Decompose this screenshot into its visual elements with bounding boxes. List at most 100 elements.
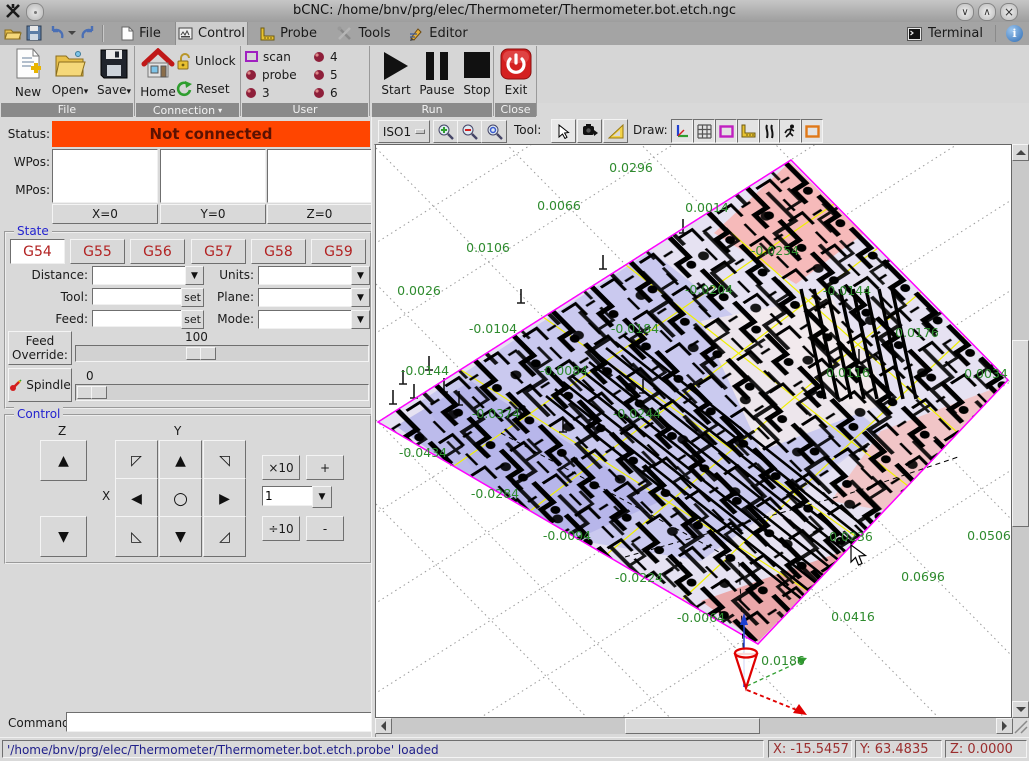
terminal-button[interactable]: Terminal	[903, 22, 987, 45]
save-button[interactable]: Save▾	[93, 48, 135, 102]
tool-set-button[interactable]: set	[181, 288, 204, 307]
user-6-button[interactable]: 6	[313, 84, 363, 101]
plane-combobox[interactable]	[258, 288, 352, 307]
minimize-button[interactable]: ∨	[956, 3, 974, 21]
info-icon[interactable]: i	[1006, 25, 1023, 42]
vscroll-thumb[interactable]	[1012, 340, 1029, 527]
tool-ruler-button[interactable]	[603, 119, 628, 143]
command-input[interactable]	[66, 712, 372, 732]
zero-y-button[interactable]: Y=0	[160, 204, 266, 224]
jog-xy-upright-button[interactable]: ◹	[203, 440, 246, 481]
step-minus-button[interactable]: -	[306, 516, 344, 541]
mode-combo-arrow-icon[interactable]: ▼	[351, 310, 370, 329]
gcode-canvas[interactable]: 0.0296 0.0066 0.0106 0.0026 0.0014 -0.02…	[375, 144, 1012, 718]
wcs-g57-button[interactable]: G57	[191, 239, 246, 264]
wcs-g59-button[interactable]: G59	[311, 239, 366, 264]
tool-input[interactable]	[92, 288, 184, 305]
new-file-button[interactable]: New	[8, 48, 48, 102]
zoom-in-button[interactable]	[433, 120, 458, 143]
draw-grid-toggle[interactable]	[693, 119, 715, 143]
tool-gantry-button[interactable]	[577, 119, 602, 143]
user-scan-button[interactable]: scan	[245, 48, 305, 65]
scroll-up-button[interactable]	[1012, 144, 1029, 161]
jog-xy-downright-button[interactable]: ◿	[203, 516, 246, 557]
scroll-down-button[interactable]	[1012, 701, 1029, 718]
close-button[interactable]: ×	[1000, 3, 1018, 21]
step-combobox[interactable]	[262, 486, 314, 506]
tab-file[interactable]: File	[110, 22, 172, 45]
draw-margin-toggle[interactable]	[715, 119, 737, 143]
jog-xy-upleft-button[interactable]: ◸	[115, 440, 158, 481]
resize-grip-icon[interactable]	[1013, 719, 1028, 734]
jog-z-down-button[interactable]: ▼	[40, 516, 87, 557]
slider-handle[interactable]	[200, 347, 216, 360]
slider-handle[interactable]	[91, 386, 107, 399]
zero-z-button[interactable]: Z=0	[267, 204, 372, 224]
group-label-connection[interactable]: Connection▾	[136, 103, 239, 117]
units-combo-arrow-icon[interactable]: ▼	[351, 266, 370, 285]
user-probe-button[interactable]: probe	[245, 66, 305, 83]
spindle-button[interactable]: Spindle	[8, 368, 72, 402]
jog-x-left-button[interactable]: ◀	[115, 478, 158, 519]
canvas-vscrollbar[interactable]	[1012, 144, 1029, 718]
start-button[interactable]: Start	[377, 48, 415, 102]
save-icon[interactable]	[26, 25, 43, 42]
tab-editor[interactable]: Editor	[404, 22, 472, 45]
undo-icon[interactable]	[49, 25, 66, 42]
jog-x-right-button[interactable]: ▶	[203, 478, 246, 519]
tool-select-pointer-button[interactable]	[551, 119, 576, 143]
draw-axes-toggle[interactable]	[671, 119, 693, 143]
feed-override-button[interactable]: Feed Override:	[8, 331, 72, 365]
scroll-left-button[interactable]	[375, 718, 392, 734]
draw-workarea-toggle[interactable]	[801, 119, 823, 143]
hscroll-thumb[interactable]	[625, 718, 760, 734]
jog-y-down-button[interactable]: ▼	[159, 516, 202, 557]
tab-probe[interactable]: Probe	[254, 22, 322, 45]
distance-combobox[interactable]	[92, 266, 186, 285]
feed-set-button[interactable]: set	[181, 310, 204, 329]
mode-combobox[interactable]	[258, 310, 352, 329]
draw-ruler-toggle[interactable]	[737, 119, 759, 143]
plane-combo-arrow-icon[interactable]: ▼	[351, 288, 370, 307]
redo-icon[interactable]	[80, 25, 97, 42]
tab-tools[interactable]: Tools	[331, 22, 397, 45]
draw-paths-toggle[interactable]	[759, 119, 779, 143]
jog-xy-downleft-button[interactable]: ◺	[115, 516, 158, 557]
open-button[interactable]: Open▾	[48, 48, 92, 102]
feed-override-slider[interactable]	[75, 345, 369, 362]
jog-z-up-button[interactable]: ▲	[40, 440, 87, 481]
wcs-g56-button[interactable]: G56	[130, 239, 185, 264]
pause-button[interactable]: Pause	[416, 48, 458, 102]
undo-dropdown-icon[interactable]	[68, 31, 76, 35]
user-4-button[interactable]: 4	[313, 48, 363, 65]
wcs-g58-button[interactable]: G58	[251, 239, 306, 264]
step-div10-button[interactable]: ÷10	[262, 516, 300, 541]
distance-combo-arrow-icon[interactable]: ▼	[185, 266, 204, 285]
spindle-slider[interactable]	[75, 384, 369, 401]
wcs-g55-button[interactable]: G55	[70, 239, 125, 264]
zero-x-button[interactable]: X=0	[52, 204, 158, 224]
canvas-hscrollbar[interactable]	[375, 718, 1012, 734]
draw-rapid-toggle[interactable]	[779, 119, 801, 143]
jog-y-up-button[interactable]: ▲	[159, 440, 202, 481]
wcs-g54-button[interactable]: G54	[10, 239, 65, 264]
open-icon[interactable]	[4, 25, 22, 42]
jog-center-button[interactable]: ○	[159, 478, 202, 519]
unlock-button[interactable]: Unlock	[176, 48, 236, 74]
units-combobox[interactable]	[258, 266, 352, 285]
scroll-right-button[interactable]	[996, 718, 1013, 734]
feed-input[interactable]	[92, 310, 184, 327]
maximize-button[interactable]: ∧	[978, 3, 996, 21]
zoom-fit-button[interactable]	[481, 120, 507, 143]
step-mul10-button[interactable]: ×10	[262, 455, 300, 480]
step-combo-arrow-icon[interactable]: ▼	[312, 486, 332, 508]
user-5-button[interactable]: 5	[313, 66, 363, 83]
exit-button[interactable]: Exit	[497, 48, 535, 102]
stop-button[interactable]: Stop	[459, 48, 495, 102]
zoom-out-button[interactable]	[457, 120, 482, 143]
user-3-button[interactable]: 3	[245, 84, 305, 101]
step-plus-button[interactable]: +	[306, 455, 344, 480]
tab-control[interactable]: Control	[175, 22, 248, 45]
reset-button[interactable]: Reset	[176, 76, 236, 102]
home-button[interactable]: Home	[138, 48, 178, 102]
